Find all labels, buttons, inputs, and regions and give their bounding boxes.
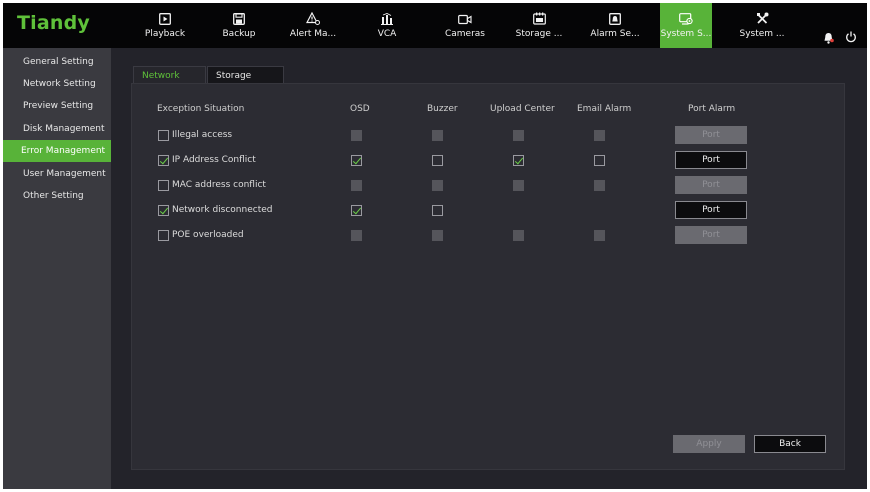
sidebar-item-other-setting[interactable]: Other Setting xyxy=(3,185,111,207)
nav-alarm-settings[interactable]: Alarm Se... xyxy=(589,3,641,48)
nav-alert-management[interactable]: Alert Ma... xyxy=(287,3,339,48)
header-exception-situation: Exception Situation xyxy=(157,104,245,114)
nav-label: Alert Ma... xyxy=(289,29,337,39)
back-button[interactable]: Back xyxy=(754,435,826,453)
sidebar-item-error-management[interactable]: Error Management xyxy=(3,140,111,162)
sidebar-item-preview-setting[interactable]: Preview Setting xyxy=(3,95,111,117)
vca-icon xyxy=(361,3,413,27)
nav-label: System ... xyxy=(739,29,785,39)
system-settings-icon xyxy=(660,3,712,27)
enable-checkbox-poe-overloaded[interactable] xyxy=(158,230,169,241)
nav-system-settings[interactable]: System S... xyxy=(660,3,712,48)
port-button-illegal-access: Port xyxy=(675,126,747,144)
header-port-alarm: Port Alarm xyxy=(688,104,736,114)
osd-checkbox-illegal-access xyxy=(351,130,362,141)
header-upload-center: Upload Center xyxy=(490,104,555,114)
row-label-illegal-access: Illegal access xyxy=(172,130,233,140)
buzzer-checkbox-illegal-access xyxy=(432,130,443,141)
sidebar-item-general-setting[interactable]: General Setting xyxy=(3,51,111,73)
alarm-settings-icon xyxy=(589,3,641,27)
osd-checkbox-poe-overloaded xyxy=(351,230,362,241)
top-menu-bar: Tiandy Playback Backup Alert Ma... VCA C… xyxy=(3,3,867,48)
upload-checkbox-poe-overloaded xyxy=(513,230,524,241)
nav-label: VCA xyxy=(377,29,397,39)
buzzer-checkbox-network-disconnected[interactable] xyxy=(432,205,443,216)
buzzer-checkbox-poe-overloaded xyxy=(432,230,443,241)
enable-checkbox-ip-address-conflict[interactable] xyxy=(158,155,169,166)
nav-vca[interactable]: VCA xyxy=(361,3,413,48)
app-window: Tiandy Playback Backup Alert Ma... VCA C… xyxy=(3,3,867,489)
port-button-poe-overloaded: Port xyxy=(675,226,747,244)
email-checkbox-ip-address-conflict[interactable] xyxy=(594,155,605,166)
settings-sidebar: General Setting Network Setting Preview … xyxy=(3,48,111,489)
row-label-ip-address-conflict: IP Address Conflict xyxy=(172,155,256,165)
upload-checkbox-ip-address-conflict[interactable] xyxy=(513,155,524,166)
sidebar-item-user-management[interactable]: User Management xyxy=(3,163,111,185)
nav-label: Playback xyxy=(144,29,186,39)
email-checkbox-illegal-access xyxy=(594,130,605,141)
nav-backup[interactable]: Backup xyxy=(213,3,265,48)
port-button-ip-address-conflict[interactable]: Port xyxy=(675,151,747,169)
nav-playback[interactable]: Playback xyxy=(139,3,191,48)
row-label-network-disconnected: Network disconnected xyxy=(172,205,273,215)
playback-icon xyxy=(139,3,191,27)
email-checkbox-poe-overloaded xyxy=(594,230,605,241)
port-button-network-disconnected[interactable]: Port xyxy=(675,201,747,219)
upload-checkbox-mac-address-conflict xyxy=(513,180,524,191)
sidebar-item-disk-management[interactable]: Disk Management xyxy=(3,118,111,140)
row-label-poe-overloaded: POE overloaded xyxy=(172,230,244,240)
backup-icon xyxy=(213,3,265,27)
nav-label: Storage ... xyxy=(515,29,563,39)
port-button-mac-address-conflict: Port xyxy=(675,176,747,194)
storage-icon xyxy=(513,3,565,27)
nav-label: Backup xyxy=(222,29,256,39)
nav-cameras[interactable]: Cameras xyxy=(439,3,491,48)
header-buzzer: Buzzer xyxy=(427,104,458,114)
alert-icon xyxy=(287,3,339,27)
apply-button: Apply xyxy=(673,435,745,453)
nav-label: Alarm Se... xyxy=(590,29,640,39)
osd-checkbox-network-disconnected[interactable] xyxy=(351,205,362,216)
tiandy-logo: Tiandy xyxy=(17,12,91,34)
nav-label: Cameras xyxy=(444,29,485,39)
system-tools-icon xyxy=(736,3,788,27)
enable-checkbox-network-disconnected[interactable] xyxy=(158,205,169,216)
row-label-mac-address-conflict: MAC address conflict xyxy=(172,180,266,190)
enable-checkbox-illegal-access[interactable] xyxy=(158,130,169,141)
osd-checkbox-mac-address-conflict xyxy=(351,180,362,191)
upload-checkbox-illegal-access xyxy=(513,130,524,141)
nav-label: System S... xyxy=(660,29,712,39)
header-osd: OSD xyxy=(350,104,370,114)
buzzer-checkbox-mac-address-conflict xyxy=(432,180,443,191)
nav-storage[interactable]: Storage ... xyxy=(513,3,565,48)
power-icon[interactable] xyxy=(845,31,857,46)
nav-system-tools[interactable]: System ... xyxy=(736,3,788,48)
buzzer-checkbox-ip-address-conflict[interactable] xyxy=(432,155,443,166)
osd-checkbox-ip-address-conflict[interactable] xyxy=(351,155,362,166)
email-checkbox-mac-address-conflict xyxy=(594,180,605,191)
camera-icon xyxy=(439,3,491,27)
header-email-alarm: Email Alarm xyxy=(577,104,632,114)
sidebar-item-network-setting[interactable]: Network Setting xyxy=(3,73,111,95)
notification-bell-icon[interactable] xyxy=(823,32,834,47)
enable-checkbox-mac-address-conflict[interactable] xyxy=(158,180,169,191)
